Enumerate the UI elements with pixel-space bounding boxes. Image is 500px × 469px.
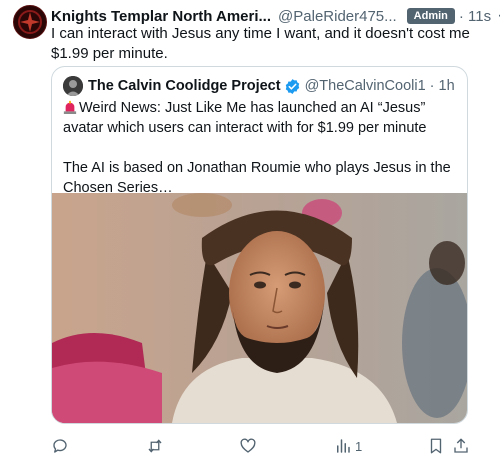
bookmark-icon — [430, 438, 442, 454]
reply-button[interactable] — [51, 436, 69, 456]
police-light-icon — [63, 100, 77, 114]
quoted-post-image[interactable] — [52, 193, 467, 423]
quoted-post[interactable]: The Calvin Coolidge Project @TheCalvinCo… — [51, 66, 468, 424]
like-icon — [240, 438, 256, 453]
post-actions: 1 — [51, 436, 471, 456]
author-name[interactable]: Knights Templar North Ameri... — [51, 8, 271, 25]
post-header: Knights Templar North Ameri... @PaleRide… — [51, 6, 500, 26]
verified-badge-icon — [285, 78, 299, 94]
quoted-post-text: Weird News: Just Like Me has launched an… — [63, 98, 458, 198]
quoted-post-header: The Calvin Coolidge Project @TheCalvinCo… — [63, 76, 455, 96]
author-avatar[interactable] — [13, 5, 47, 39]
quoted-line-1: Weird News: Just Like Me has launched an… — [63, 98, 458, 138]
views-count: 1 — [355, 438, 363, 454]
views-icon — [337, 439, 350, 453]
quoted-author-handle: @TheCalvinCooli1 — [304, 78, 426, 94]
admin-badge: Admin — [406, 8, 455, 24]
post-time[interactable]: · 11s — [459, 8, 491, 25]
quoted-author-avatar[interactable] — [63, 76, 83, 96]
quoted-line-1-text: Weird News: Just Like Me has launched an… — [63, 100, 427, 136]
quoted-author-name: The Calvin Coolidge Project — [88, 78, 281, 94]
author-handle[interactable]: @PaleRider475... — [278, 8, 397, 25]
post: Knights Templar North Ameri... @PaleRide… — [0, 0, 500, 469]
reply-icon — [53, 439, 67, 453]
repost-icon — [148, 439, 162, 453]
quoted-line-2: The AI is based on Jonathan Roumie who p… — [63, 160, 451, 196]
views-button[interactable]: 1 — [334, 436, 362, 456]
repost-button[interactable] — [146, 436, 164, 456]
quoted-post-time: · 1h — [429, 78, 455, 94]
post-text: I can interact with Jesus any time I wan… — [51, 25, 470, 62]
share-icon — [454, 438, 468, 453]
bookmark-button[interactable] — [427, 436, 445, 456]
like-button[interactable] — [239, 436, 257, 456]
share-button[interactable] — [452, 436, 470, 456]
